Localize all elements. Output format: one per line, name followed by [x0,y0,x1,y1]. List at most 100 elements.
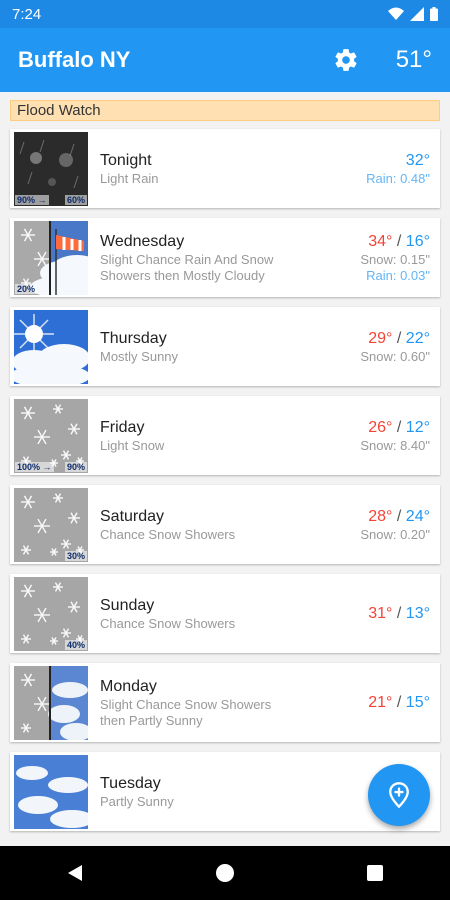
signal-icon [410,7,424,21]
forecast-day: Thursday [100,329,167,347]
forecast-weather-image: 20% [14,220,88,295]
arrow-right-icon: → [42,461,52,472]
wifi-icon [388,7,404,20]
precip-chance-end: 30% [64,550,87,561]
forecast-list: 90% → 60% Tonight Light Rain 32° Rain: 0.48" 2… [10,129,440,841]
gear-icon [335,49,357,71]
precip-amount-snow: Snow: 0.60" [360,348,430,364]
forecast-weather-image: 30% [14,487,88,562]
forecast-info: Monday Slight Chance Snow Showers then Par… [88,677,368,729]
precip-chance-end: 90% [64,461,87,472]
temp-separator: / [392,329,406,347]
precip-chance-start: 20% [15,283,38,294]
battery-icon [430,7,438,21]
forecast-day: Sunday [100,596,155,614]
recents-button[interactable] [355,853,395,893]
low-temp: 12° [405,418,430,436]
precip-amount-snow: Snow: 0.15" [360,251,430,267]
forecast-card-monday[interactable]: Monday Slight Chance Snow Showers then Par… [10,663,440,742]
forecast-info: Friday Light Snow [88,418,360,454]
forecast-card-sunday[interactable]: 40% Sunday Chance Snow Showers 31° / 13° [10,574,440,653]
forecast-day: Wednesday [100,232,185,250]
forecast-card-thursday[interactable]: Thursday Mostly Sunny 29° / 22° Snow: 0.60" [10,307,440,386]
forecast-day: Monday [100,677,157,695]
temp-separator: / [392,604,406,622]
forecast-temps: 28° / 24° Snow: 0.20" [360,507,430,543]
forecast-weather-image [14,309,88,384]
low-temp: 22° [405,329,430,347]
back-icon [68,865,82,881]
add-location-button[interactable] [368,764,430,826]
low-temp: 16° [405,232,430,250]
forecast-temps: 29° / 22° Snow: 0.60" [360,329,430,365]
current-temperature: 51° [395,46,432,73]
high-temp: 29° [368,329,393,347]
temp-separator: / [392,693,406,711]
status-icons [388,7,438,21]
back-button[interactable] [55,853,95,893]
app-title: Buffalo NY [18,47,131,72]
forecast-card-tonight[interactable]: 90% → 60% Tonight Light Rain 32° Rain: 0.48" [10,129,440,208]
recents-icon [367,865,383,881]
location-pin-add-icon [389,782,409,809]
high-temp: 28° [368,507,393,525]
forecast-weather-image: 100% → 90% [14,398,88,473]
forecast-card-saturday[interactable]: 30% Saturday Chance Snow Showers 28° / 24° S… [10,485,440,564]
home-button[interactable] [205,853,245,893]
precip-amount-rain: Rain: 0.48" [366,170,430,186]
forecast-description: Mostly Sunny [100,348,179,364]
forecast-description-2: Showers then Mostly Cloudy [100,267,265,283]
low-temp: 15° [405,693,430,711]
forecast-weather-image [14,665,88,740]
low-temp: 13° [405,604,430,622]
status-bar: 7:24 [0,0,450,28]
forecast-info: Saturday Chance Snow Showers [88,507,360,543]
forecast-temps: 31° / 13° [368,604,430,624]
forecast-description: Slight Chance Rain And Snow [100,251,274,267]
forecast-day: Tonight [100,151,152,169]
precip-amount-snow: Snow: 0.20" [360,526,430,542]
temp-separator: / [392,232,406,250]
home-icon [216,864,234,882]
forecast-info: Thursday Mostly Sunny [88,329,360,365]
forecast-card-friday[interactable]: 100% → 90% Friday Light Snow 26° / 12° Snow: … [10,396,440,475]
forecast-temps: 26° / 12° Snow: 8.40" [360,418,430,454]
arrow-right-icon: → [37,194,47,205]
forecast-description: Chance Snow Showers [100,526,236,542]
forecast-weather-image: 90% → 60% [14,131,88,206]
forecast-weather-image: 40% [14,576,88,651]
flood-watch-alert[interactable]: Flood Watch [10,100,440,121]
forecast-temps: 32° Rain: 0.48" [366,151,430,187]
high-temp: 34° [368,232,393,250]
precip-chance-end: 60% [64,194,87,205]
forecast-temps: 21° / 15° [368,693,430,713]
high-temp: 26° [368,418,393,436]
forecast-day: Friday [100,418,145,436]
forecast-description: Light Rain [100,170,159,186]
forecast-description: Slight Chance Snow Showers [100,696,272,712]
forecast-description-2: then Partly Sunny [100,712,203,728]
settings-button[interactable] [332,46,360,74]
precip-chance-start: 100% → [15,461,54,472]
precip-amount-snow: Snow: 8.40" [360,437,430,453]
forecast-day: Saturday [100,507,165,525]
forecast-description: Chance Snow Showers [100,615,236,631]
app-bar: Buffalo NY 51° [0,28,450,92]
precip-chance-end: 40% [64,639,87,650]
forecast-info: Sunday Chance Snow Showers [88,596,368,632]
temp-separator: / [392,418,406,436]
forecast-info: Tonight Light Rain [88,151,366,187]
high-temp: 31° [368,604,393,622]
forecast-info: Wednesday Slight Chance Rain And Snow Show… [88,232,360,284]
temp-separator: / [392,507,406,525]
low-temp: 32° [405,151,430,169]
precip-amount-rain: Rain: 0.03" [366,267,430,283]
forecast-card-wednesday[interactable]: 20% Wednesday Slight Chance Rain And Snow S… [10,218,440,297]
forecast-description: Light Snow [100,437,165,453]
forecast-temps: 34° / 16° Snow: 0.15" Rain: 0.03" [360,232,430,284]
low-temp: 24° [405,507,430,525]
forecast-weather-image [14,754,88,829]
high-temp: 21° [368,693,393,711]
navigation-bar [0,846,450,900]
status-time: 7:24 [12,5,42,23]
